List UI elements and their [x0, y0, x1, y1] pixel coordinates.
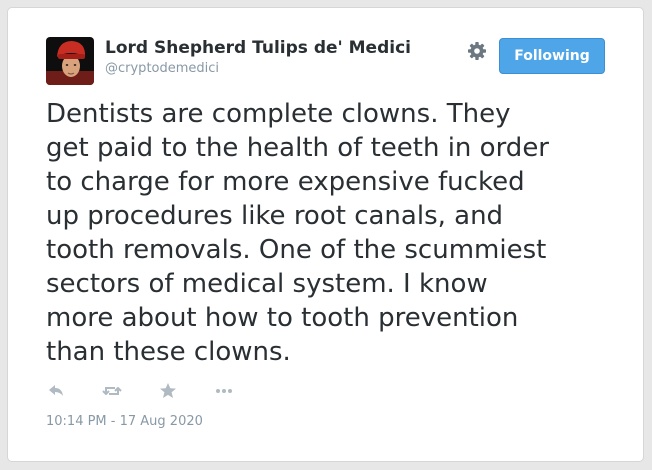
tweet-line: get paid to the health of teeth in order: [46, 133, 550, 163]
tweet-line: more about how to tooth prevention: [46, 303, 519, 333]
tweet-line: to charge for more expensive fucked: [46, 167, 525, 197]
tweet-actions: [46, 381, 270, 401]
tweet-line: Dentists are complete clowns. They: [46, 99, 511, 129]
author-name[interactable]: Lord Shepherd Tulips de' Medici: [105, 38, 411, 58]
tweet-line: than these clowns.: [46, 337, 291, 367]
tweet-card: Lord Shepherd Tulips de' Medici @cryptod…: [7, 7, 644, 462]
tweet-line: sectors of medical system. I know: [46, 269, 488, 299]
author-handle[interactable]: @cryptodemedici: [105, 61, 219, 76]
favorite-star-icon[interactable]: [158, 381, 178, 401]
tweet-line: up procedures like root canals, and: [46, 201, 504, 231]
following-button[interactable]: Following: [499, 38, 605, 74]
tweet-text: Dentists are complete clowns. They get p…: [46, 97, 621, 369]
tweet-line: tooth removals. One of the scummiest: [46, 235, 547, 265]
tweet-timestamp[interactable]: 10:14 PM - 17 Aug 2020: [46, 414, 203, 429]
retweet-icon[interactable]: [102, 381, 122, 401]
avatar[interactable]: [46, 37, 94, 85]
gear-icon[interactable]: [466, 40, 488, 62]
more-dots-icon[interactable]: [214, 381, 234, 401]
reply-icon[interactable]: [46, 381, 66, 401]
